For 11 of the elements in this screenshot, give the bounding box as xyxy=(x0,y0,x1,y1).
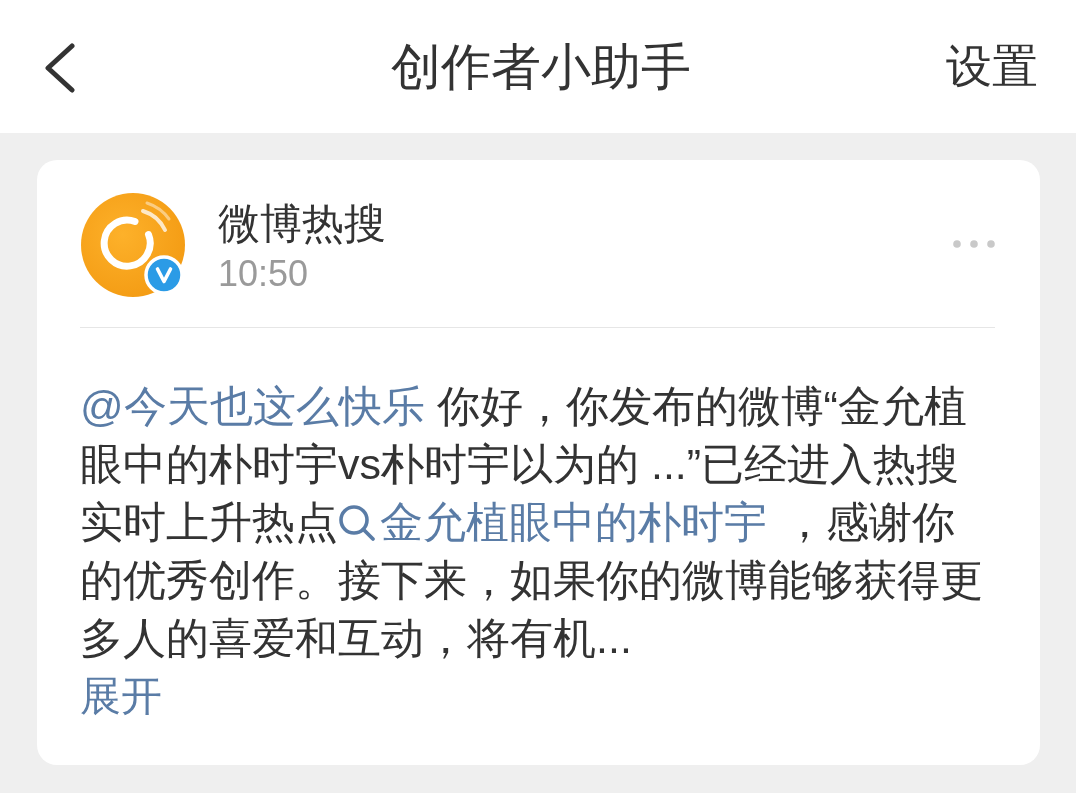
search-icon xyxy=(338,504,376,542)
settings-button[interactable]: 设置 xyxy=(946,38,1038,95)
sender-name: 微博热搜 xyxy=(218,200,386,248)
expand-link[interactable]: 展开 xyxy=(80,667,162,725)
message-time: 10:50 xyxy=(218,252,309,295)
mention-link[interactable]: @今天也这么快乐 xyxy=(80,382,425,430)
back-icon xyxy=(43,42,75,93)
back-button[interactable] xyxy=(43,42,75,93)
message-text: @今天也这么快乐 你好，你发布的微博“金允植眼中的朴时宇vs朴时宇以为的 ...”已经进入热搜实时上升热点 金允植眼中的朴时宇 ，感谢你的优秀创作。接下来，如果你的微博能够获得更多人的喜爱和互动，将有机... xyxy=(80,381,984,664)
topic-link[interactable]: 金允植眼中的朴时宇 xyxy=(338,498,767,546)
page-title: 创作者小助手 xyxy=(390,37,691,97)
